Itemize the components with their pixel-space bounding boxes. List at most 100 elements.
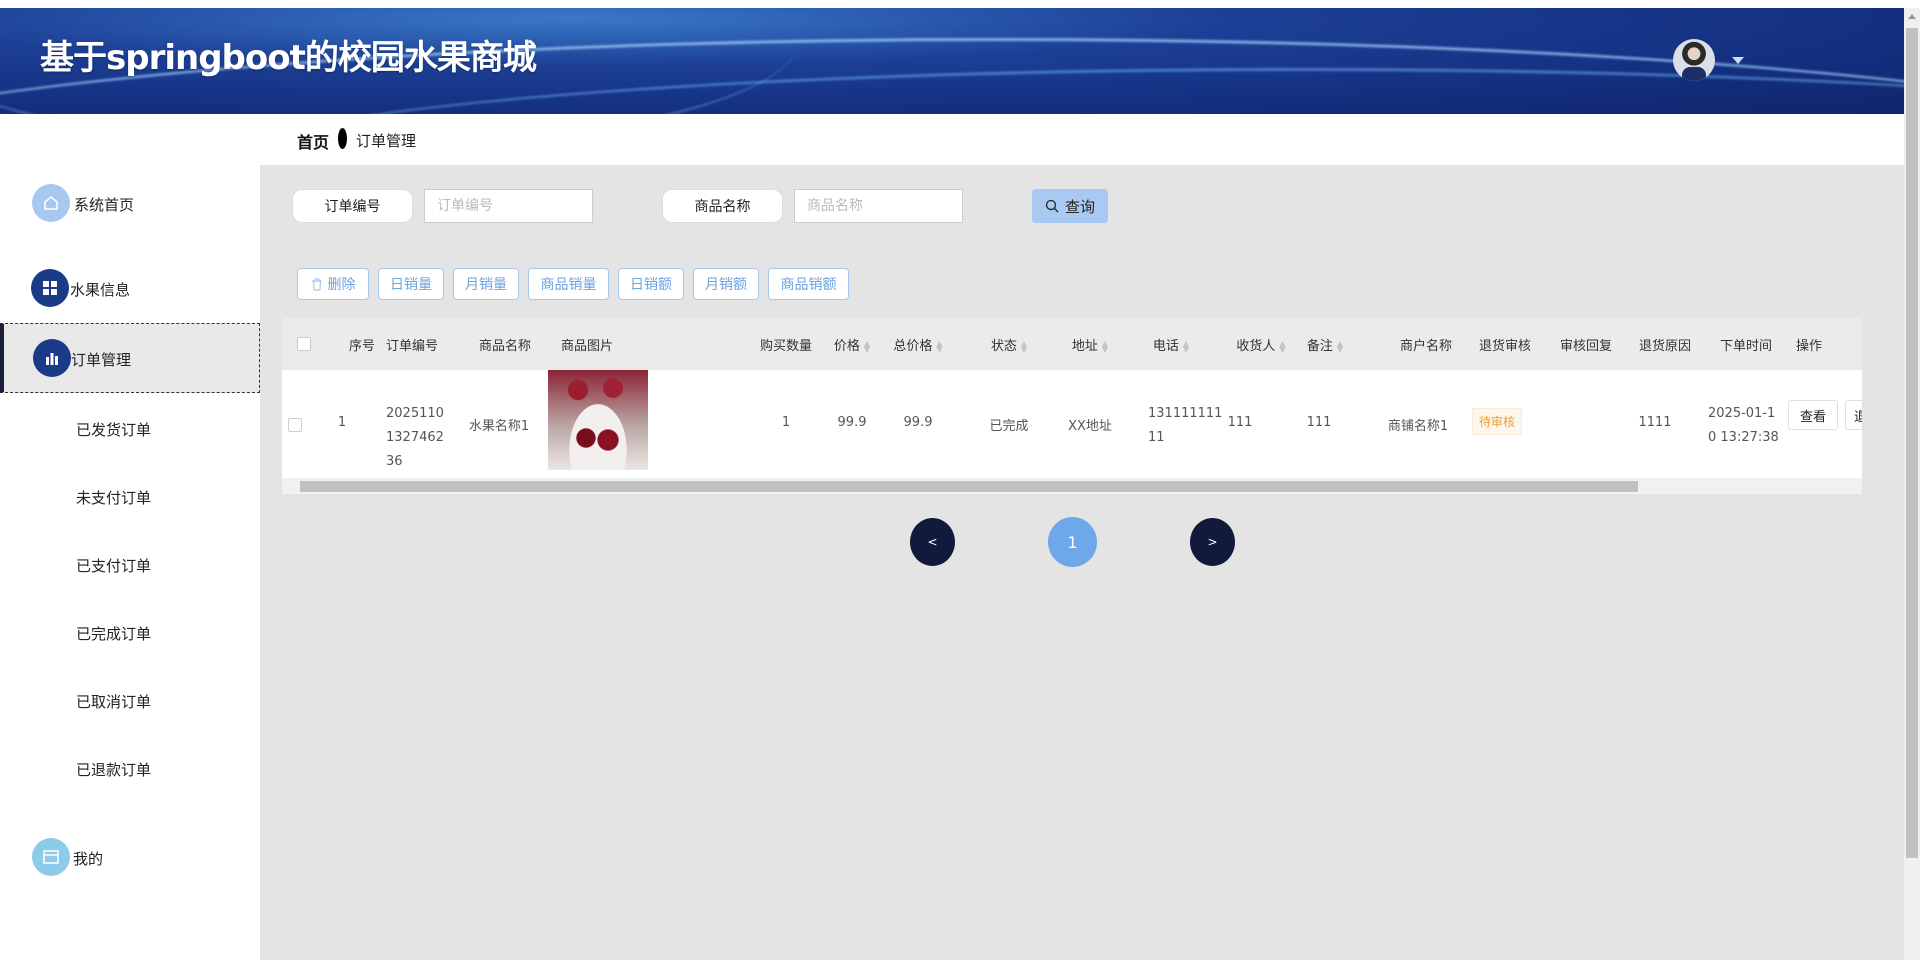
column-header[interactable]: 电话 ▲ ▼	[1153, 335, 1189, 354]
page-1-button[interactable]: 1	[1048, 517, 1097, 567]
view-button[interactable]: 查看	[1788, 400, 1838, 430]
cell-total: 99.9	[903, 415, 933, 430]
order-no-input[interactable]	[424, 189, 593, 223]
column-header-label: 审核回复	[1559, 339, 1613, 354]
column-header[interactable]: 备注 ▲ ▼	[1307, 335, 1343, 354]
caret-down-icon[interactable]	[1732, 57, 1744, 64]
column-header[interactable]: 收货人 ▲ ▼	[1236, 335, 1285, 354]
sidebar-item-unpaid-orders[interactable]: 未支付订单	[76, 487, 151, 508]
column-header[interactable]: 地址 ▲ ▼	[1072, 335, 1108, 354]
sidebar-item-refunded-orders[interactable]: 已退款订单	[76, 759, 151, 780]
table-row: 1 2025110132746236 水果名称1 1 99.9 99.9 已完成…	[282, 370, 1862, 478]
scrollbar-thumb[interactable]	[300, 481, 1638, 492]
column-header[interactable]: 退货原因	[1639, 335, 1691, 354]
sidebar-item-order-management[interactable]: 订单管理	[71, 349, 131, 370]
breadcrumb-home[interactable]: 首页	[297, 129, 329, 153]
cell-address: XX地址	[1068, 419, 1112, 434]
column-header[interactable]: 状态 ▲ ▼	[991, 335, 1027, 354]
sort-icon[interactable]: ▲ ▼	[1183, 339, 1189, 353]
column-header[interactable]: 操作	[1796, 335, 1822, 354]
sidebar-item-home[interactable]: 系统首页	[74, 194, 134, 215]
cell-phone: 13111111111	[1148, 406, 1223, 445]
sort-icon[interactable]: ▲ ▼	[1021, 339, 1027, 353]
column-header-label: 退货原因	[1638, 339, 1692, 354]
column-header[interactable]: 退货审核	[1479, 335, 1531, 354]
next-page-button[interactable]: >	[1190, 518, 1235, 566]
row-checkbox[interactable]	[288, 418, 302, 432]
column-header[interactable]: 商户名称	[1400, 335, 1452, 354]
column-header-label: 下单时间	[1719, 339, 1773, 354]
sort-icon[interactable]: ▲ ▼	[1279, 339, 1285, 353]
cell-order-time: 2025-01-10 13:27:38	[1708, 406, 1779, 445]
sidebar-item-paid-orders[interactable]: 已支付订单	[76, 555, 151, 576]
column-header[interactable]: 审核回复	[1560, 335, 1612, 354]
cell-index: 1	[337, 415, 347, 430]
sidebar-item-fruit-info[interactable]: 水果信息	[70, 279, 130, 300]
product-sales-qty-button[interactable]: 商品销量	[528, 268, 609, 300]
product-name-label: 商品名称	[662, 189, 783, 223]
sidebar-item-cancelled-orders[interactable]: 已取消订单	[76, 691, 151, 712]
column-header[interactable]: 下单时间	[1720, 335, 1772, 354]
column-header-label: 备注	[1306, 339, 1333, 354]
product-name-input[interactable]	[794, 189, 963, 223]
column-header[interactable]: 总价格 ▲ ▼	[893, 335, 942, 354]
column-header-label: 地址	[1071, 339, 1098, 354]
column-header[interactable]: 商品图片	[561, 335, 613, 354]
query-button[interactable]: 查询	[1032, 189, 1108, 223]
column-header[interactable]: 订单编号	[386, 335, 438, 354]
sidebar-item-shipped-orders[interactable]: 已发货订单	[76, 419, 151, 440]
column-header-label: 商品图片	[560, 339, 614, 354]
prev-page-button[interactable]: <	[910, 518, 955, 566]
column-header-label: 退货审核	[1478, 339, 1532, 354]
horizontal-scrollbar[interactable]	[282, 478, 1862, 494]
column-header-label: 商品名称	[478, 339, 532, 354]
sort-icon[interactable]: ▲ ▼	[864, 339, 870, 353]
orders-table: 序号 订单编号 商品名称 商品图片 购买数量 价格 ▲ ▼ 总价格 ▲ ▼ 状态 ▲ ▼ 地址 ▲ ▼ 电话 ▲ ▼ 收…	[282, 318, 1862, 494]
sort-icon[interactable]: ▲ ▼	[1337, 339, 1343, 353]
cell-merchant: 商铺名称1	[1387, 419, 1449, 434]
breadcrumb: 首页 订单管理	[260, 114, 1904, 165]
select-all-checkbox[interactable]	[297, 337, 311, 351]
sort-icon[interactable]: ▲ ▼	[1102, 339, 1108, 353]
cell-remark: 111	[1306, 415, 1332, 430]
breadcrumb-separator-icon	[338, 128, 347, 149]
trash-icon	[311, 277, 322, 291]
column-header[interactable]: 序号	[349, 335, 375, 354]
sidebar-item-mine[interactable]: 我的	[73, 848, 103, 869]
column-header[interactable]: 价格 ▲ ▼	[834, 335, 870, 354]
daily-sales-amount-button[interactable]: 日销额	[618, 268, 684, 300]
query-button-label: 查询	[1064, 197, 1095, 216]
product-sales-amount-button[interactable]: 商品销额	[768, 268, 849, 300]
column-header[interactable]: 购买数量	[760, 335, 812, 354]
column-header[interactable]: 商品名称	[479, 335, 531, 354]
order-no-label: 订单编号	[292, 189, 413, 223]
column-header-label: 订单编号	[385, 339, 439, 354]
home-icon	[32, 184, 70, 222]
monthly-sales-qty-button[interactable]: 月销量	[453, 268, 519, 300]
user-avatar[interactable]	[1673, 39, 1715, 81]
cell-status: 已完成	[989, 419, 1029, 434]
cell-price: 99.9	[837, 415, 867, 430]
column-header-label: 购买数量	[759, 339, 813, 354]
cell-product-name: 水果名称1	[468, 419, 530, 434]
column-header-label: 序号	[348, 339, 376, 354]
cell-receiver: 111	[1227, 415, 1253, 430]
sidebar-item-completed-orders[interactable]: 已完成订单	[76, 623, 151, 644]
search-icon	[1045, 199, 1059, 213]
delete-button[interactable]: 删除	[297, 268, 369, 300]
cell-qty: 1	[781, 415, 791, 430]
bar-chart-icon	[33, 339, 71, 377]
column-header-label: 商户名称	[1399, 339, 1453, 354]
column-header-label: 操作	[1795, 339, 1823, 354]
breadcrumb-current: 订单管理	[356, 132, 417, 150]
daily-sales-qty-button[interactable]: 日销量	[378, 268, 444, 300]
vertical-scrollbar[interactable]	[1904, 8, 1920, 960]
cell-return-reason: 1111	[1638, 415, 1672, 430]
sort-icon[interactable]: ▲ ▼	[936, 339, 942, 353]
return-button[interactable]: 退	[1845, 400, 1862, 430]
monthly-sales-amount-button[interactable]: 月销额	[693, 268, 759, 300]
column-header-label: 价格	[833, 339, 860, 354]
delete-button-label: 删除	[327, 277, 356, 293]
product-image-cherries[interactable]	[548, 370, 648, 470]
app-title: 基于springboot的校园水果商城	[40, 38, 537, 78]
